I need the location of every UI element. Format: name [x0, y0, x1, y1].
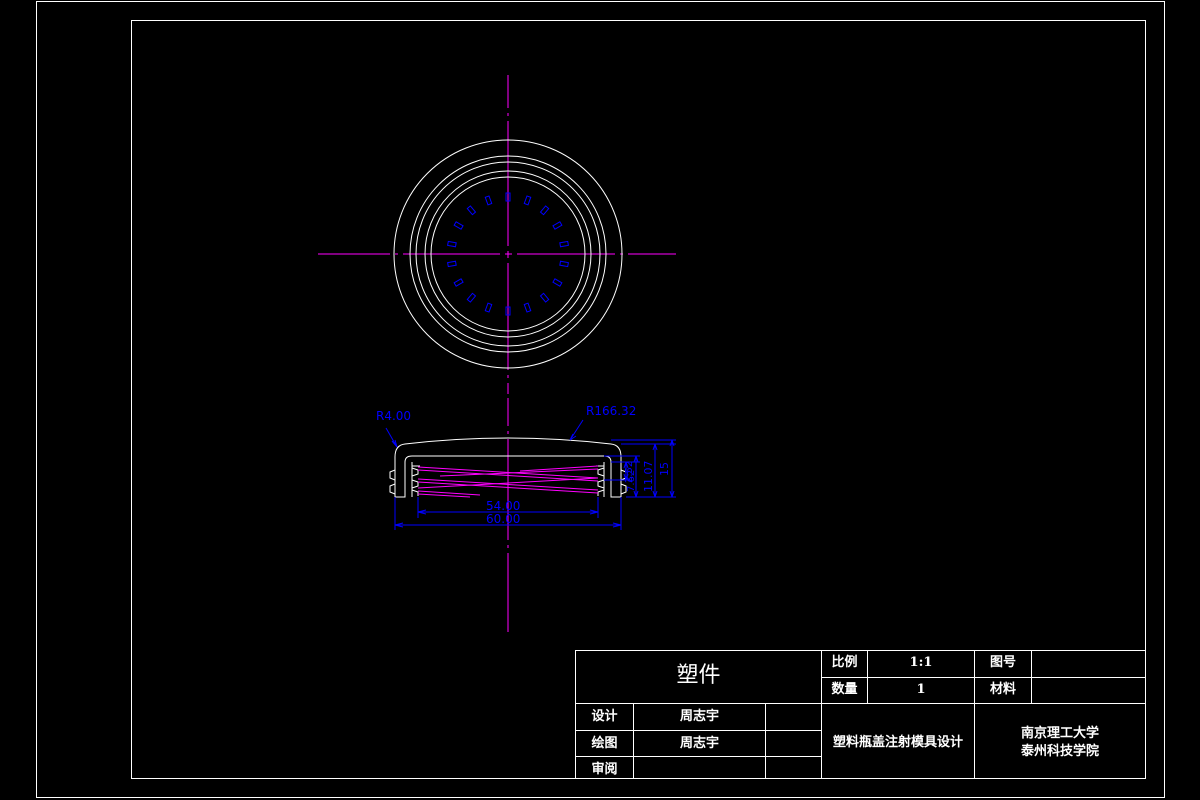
drawing-no-label: 图号	[989, 655, 1016, 670]
top-view-centerlines	[318, 75, 676, 394]
material-label: 材料	[989, 682, 1016, 697]
draw-name: 周志宇	[679, 736, 719, 751]
rib-slot	[466, 292, 477, 303]
quantity-label: 数量	[831, 682, 858, 697]
rib-slot	[523, 195, 532, 206]
draw-label: 绘图	[591, 736, 618, 751]
design-name: 周志宇	[679, 709, 719, 724]
rib-slot	[552, 278, 563, 287]
rib-slot	[453, 278, 464, 287]
dim-c: 11.07	[642, 461, 655, 493]
school-line-2: 泰州科技学院	[1020, 744, 1099, 759]
dim-d: 15	[658, 462, 671, 476]
rib-slot	[539, 292, 550, 303]
rib-slot	[559, 260, 569, 268]
design-label: 设计	[591, 709, 618, 724]
rib-slot	[447, 260, 457, 268]
dim-b: 7.62	[626, 470, 637, 492]
scale-value: 1:1	[909, 655, 933, 670]
section-view: R4.00 R166.32 54.00 60.00 2.52 7.62 11.0…	[376, 398, 676, 632]
dim-top-radius: R166.32	[586, 404, 636, 418]
top-view	[318, 75, 676, 394]
rib-slot	[447, 240, 457, 248]
dim-outer-diameter: 60.00	[486, 512, 520, 526]
dim-inner-diameter: 54.00	[486, 499, 520, 513]
rib-slot	[552, 221, 563, 230]
rib-slot	[484, 195, 493, 206]
rib-slot	[453, 221, 464, 230]
rib-slot	[523, 302, 532, 313]
dim-fillet-radius: R4.00	[376, 409, 411, 423]
rib-slot	[484, 302, 493, 313]
scale-label: 比例	[831, 655, 858, 670]
quantity-value: 1	[916, 682, 926, 697]
rib-slot	[559, 240, 569, 248]
part-name: 塑件	[676, 663, 721, 688]
rib-slot	[539, 205, 550, 216]
rib-slot	[466, 205, 477, 216]
review-label: 审阅	[591, 762, 618, 777]
project-title: 塑料瓶盖注射模具设计	[832, 735, 963, 750]
school-line-1: 南京理工大学	[1020, 726, 1099, 741]
